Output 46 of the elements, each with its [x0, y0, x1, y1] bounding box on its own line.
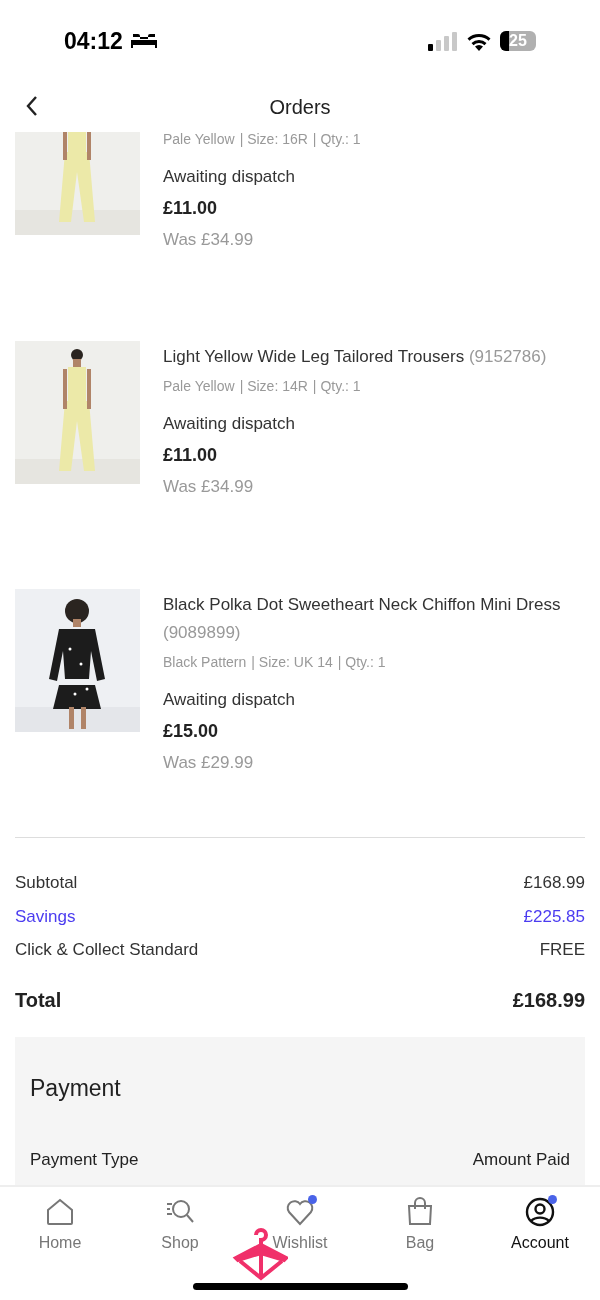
summary-value: £225.85 [523, 905, 585, 928]
was-price-text: Was £34.99 [163, 475, 255, 498]
nav-tab[interactable]: Shop [120, 1197, 240, 1255]
was-price-text: Was £34.99 [163, 228, 255, 251]
summary-value: FREE [539, 939, 585, 961]
summary-label: Click & Collect Standard [15, 939, 199, 961]
home-icon [45, 1197, 75, 1227]
total-label: Total [15, 987, 62, 1013]
qty-text: | Qty.: 1 [312, 377, 361, 395]
nav-tab[interactable]: Account [480, 1197, 600, 1255]
summary-value: £168.99 [523, 872, 585, 894]
account-icon [525, 1197, 555, 1227]
wifi-icon [466, 31, 492, 51]
status-text: Awaiting dispatch [163, 689, 296, 711]
product-title: Light Yellow Wide Leg Tailored Trousers (9152786) [163, 346, 547, 368]
price-text: £11.00 [163, 443, 219, 467]
size-text: | Size: UK 14 [251, 653, 333, 671]
back-icon[interactable] [25, 95, 39, 117]
status-text: Awaiting dispatch [163, 166, 296, 188]
nav-tab[interactable]: Home [0, 1197, 120, 1255]
size-text: | Size: 16R [239, 132, 308, 148]
qty-text: | Qty.: 1 [312, 132, 361, 148]
nav-tab[interactable]: Bag [360, 1197, 480, 1255]
page-title: Orders [269, 95, 331, 120]
qty-text: | Qty.: 1 [337, 653, 386, 671]
status-text: Awaiting dispatch [163, 413, 296, 435]
status-time: 04:12 [64, 26, 123, 56]
summary-label: Subtotal [15, 872, 78, 894]
total-value: £168.99 [512, 987, 585, 1013]
colour-text: Pale Yellow [163, 132, 235, 148]
payment-title: Payment [30, 1073, 122, 1103]
price-text: £15.00 [163, 719, 220, 743]
bag-icon [405, 1197, 435, 1227]
colour-text: Black Pattern [163, 653, 247, 671]
signal-icon [428, 31, 458, 51]
battery-icon: 25 [500, 31, 536, 51]
summary-label: Savings [15, 905, 76, 928]
product-title: Black Polka Dot Sweetheart Neck Chiffon Mini Dress (9089899) [163, 594, 562, 644]
size-text: | Size: 14R [239, 377, 308, 395]
bed-icon [130, 32, 157, 50]
column-header: Amount Paid [472, 1149, 570, 1171]
wishlist-icon [285, 1197, 315, 1227]
was-price-text: Was £29.99 [163, 751, 255, 774]
colour-text: Pale Yellow [163, 377, 235, 395]
column-header: Payment Type [30, 1149, 139, 1171]
price-text: £11.00 [163, 196, 219, 220]
